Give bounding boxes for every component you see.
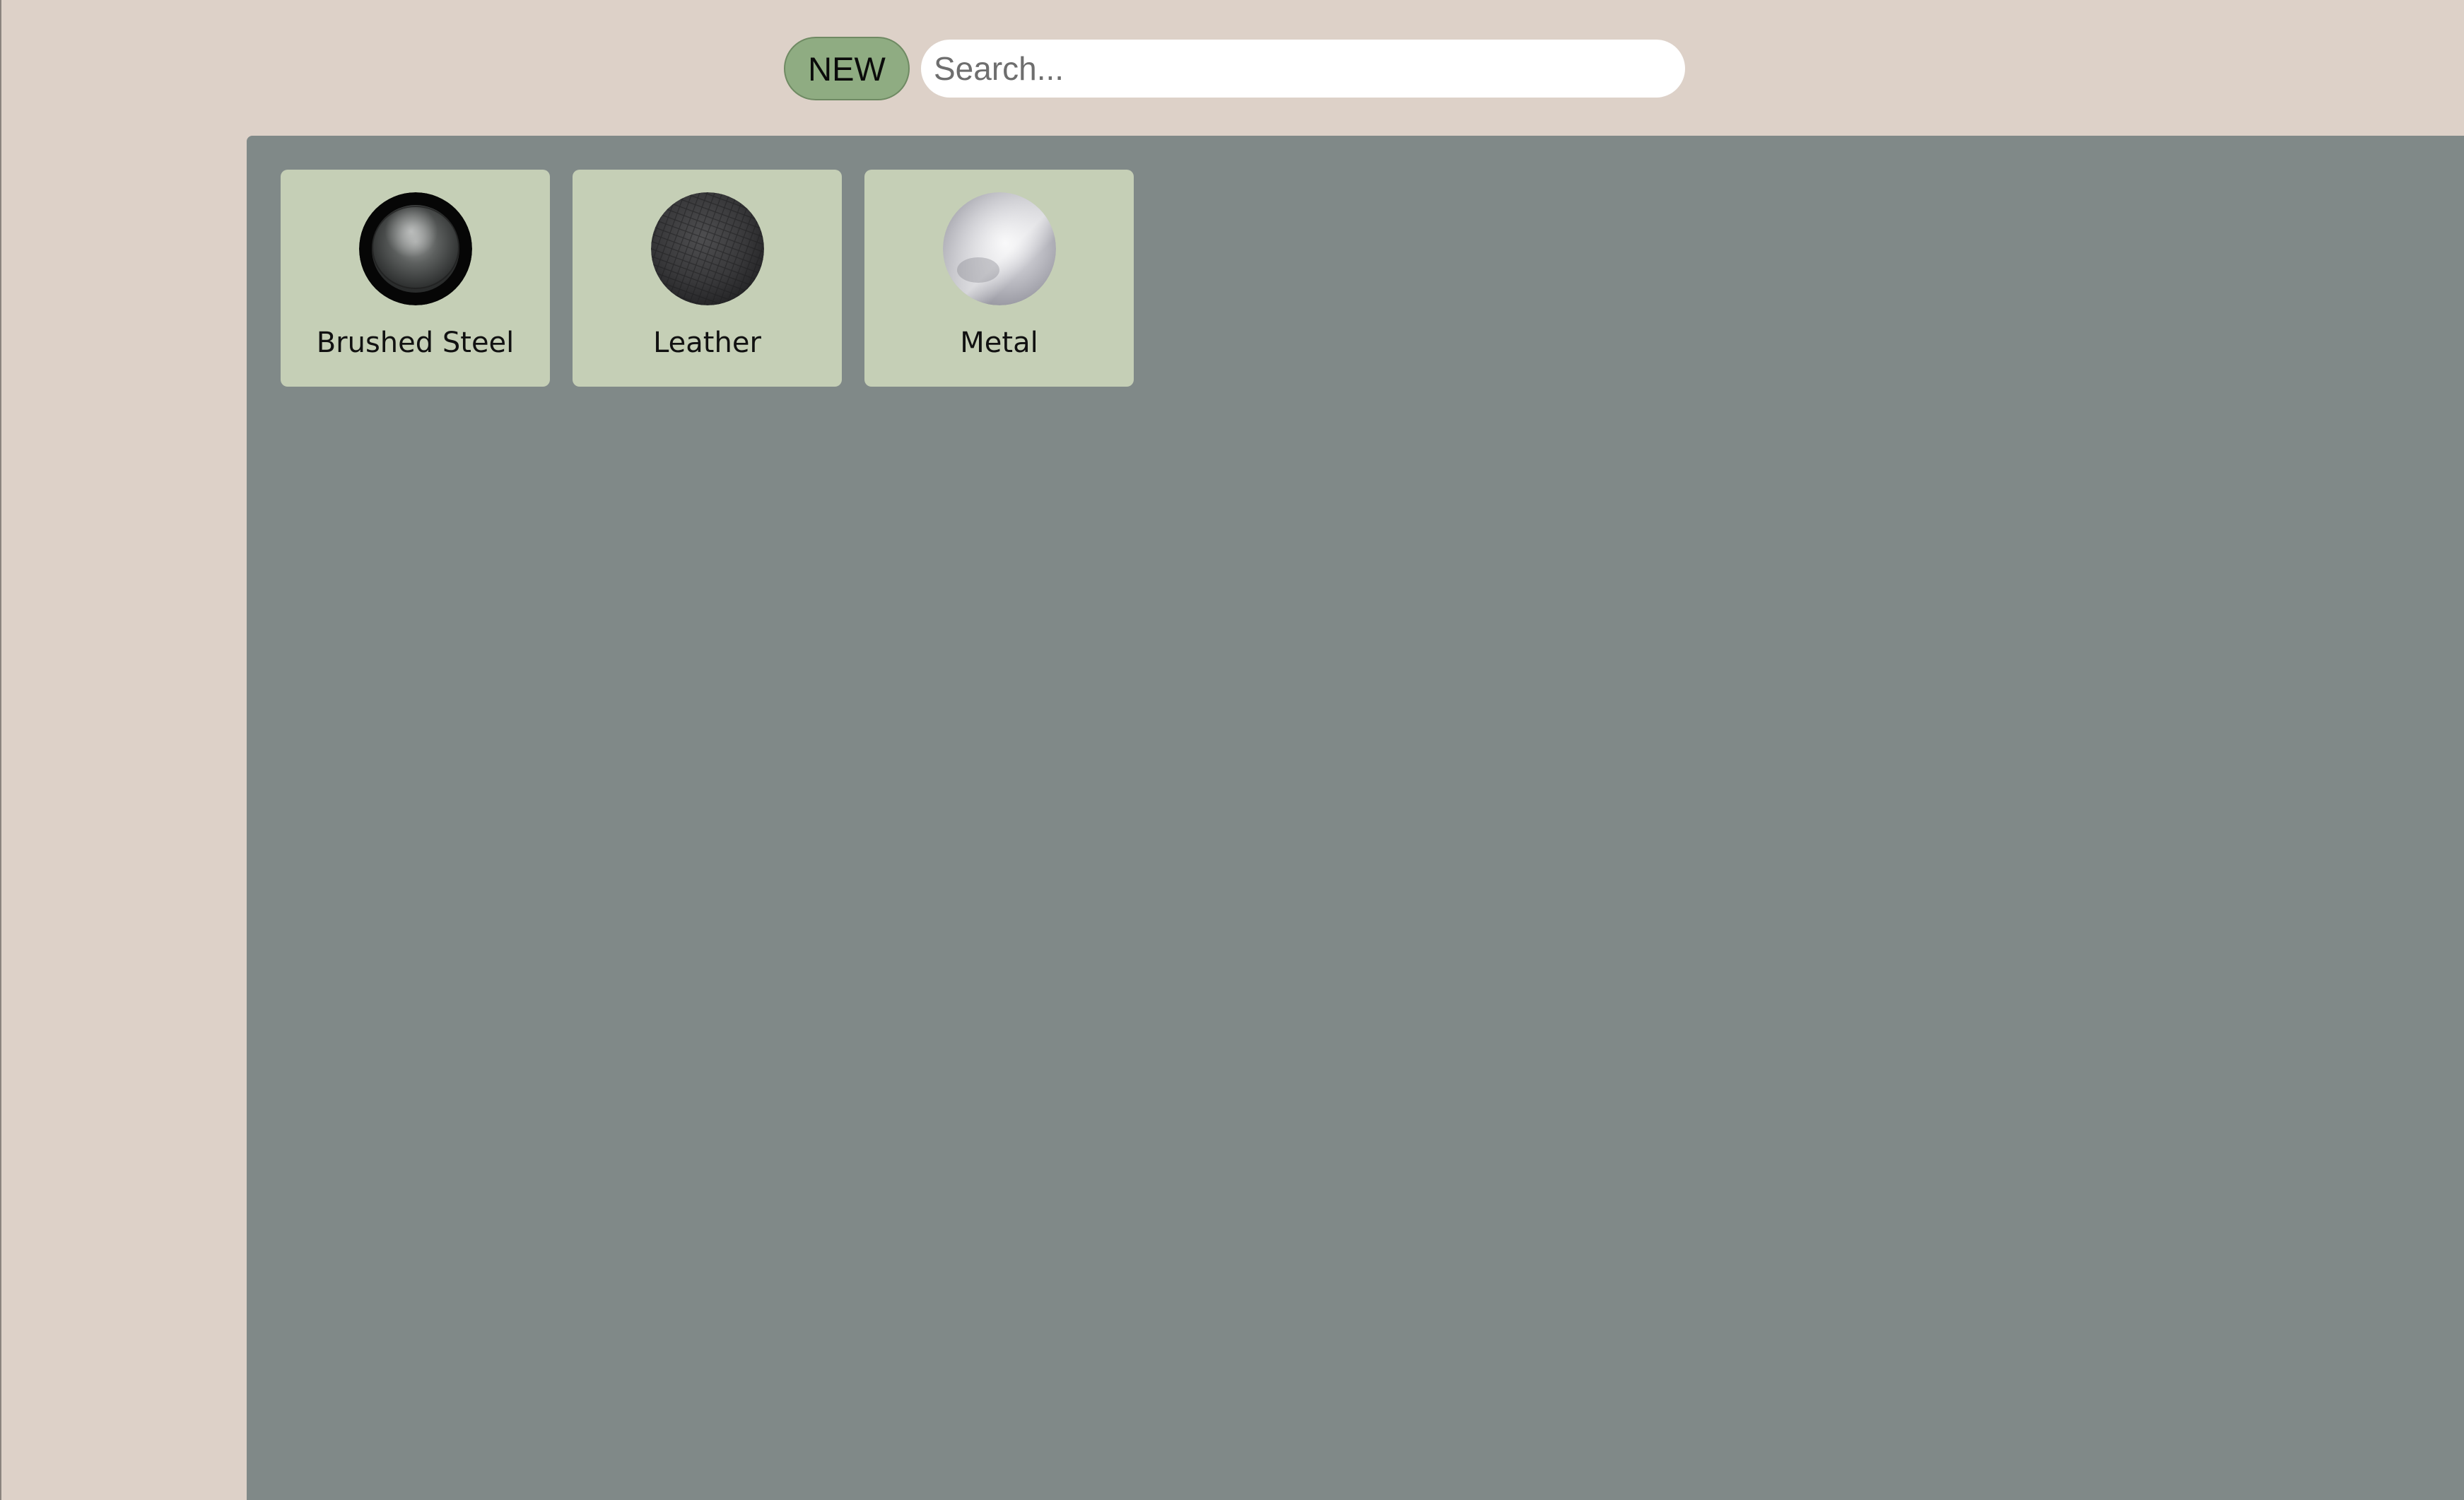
material-grid: Brushed Steel Leather Metal — [281, 170, 1134, 387]
material-card-brushed-steel[interactable]: Brushed Steel — [281, 170, 550, 387]
material-card-leather[interactable]: Leather — [573, 170, 842, 387]
material-card-label: Leather — [653, 327, 761, 359]
leather-sphere-icon — [650, 192, 764, 305]
app-window: NEW Search... Brushed Steel Leather Meta… — [0, 0, 2464, 1500]
material-card-label: Brushed Steel — [316, 327, 515, 359]
toolbar: NEW — [784, 35, 1685, 102]
brushed-steel-sphere-icon — [358, 192, 472, 305]
material-card-metal[interactable]: Metal — [864, 170, 1134, 387]
material-card-label: Metal — [960, 327, 1038, 359]
new-button[interactable]: NEW — [784, 37, 910, 100]
material-library-panel: Brushed Steel Leather Metal — [247, 136, 2464, 1500]
metal-sphere-icon — [942, 192, 1056, 305]
search-input[interactable] — [921, 40, 1685, 98]
